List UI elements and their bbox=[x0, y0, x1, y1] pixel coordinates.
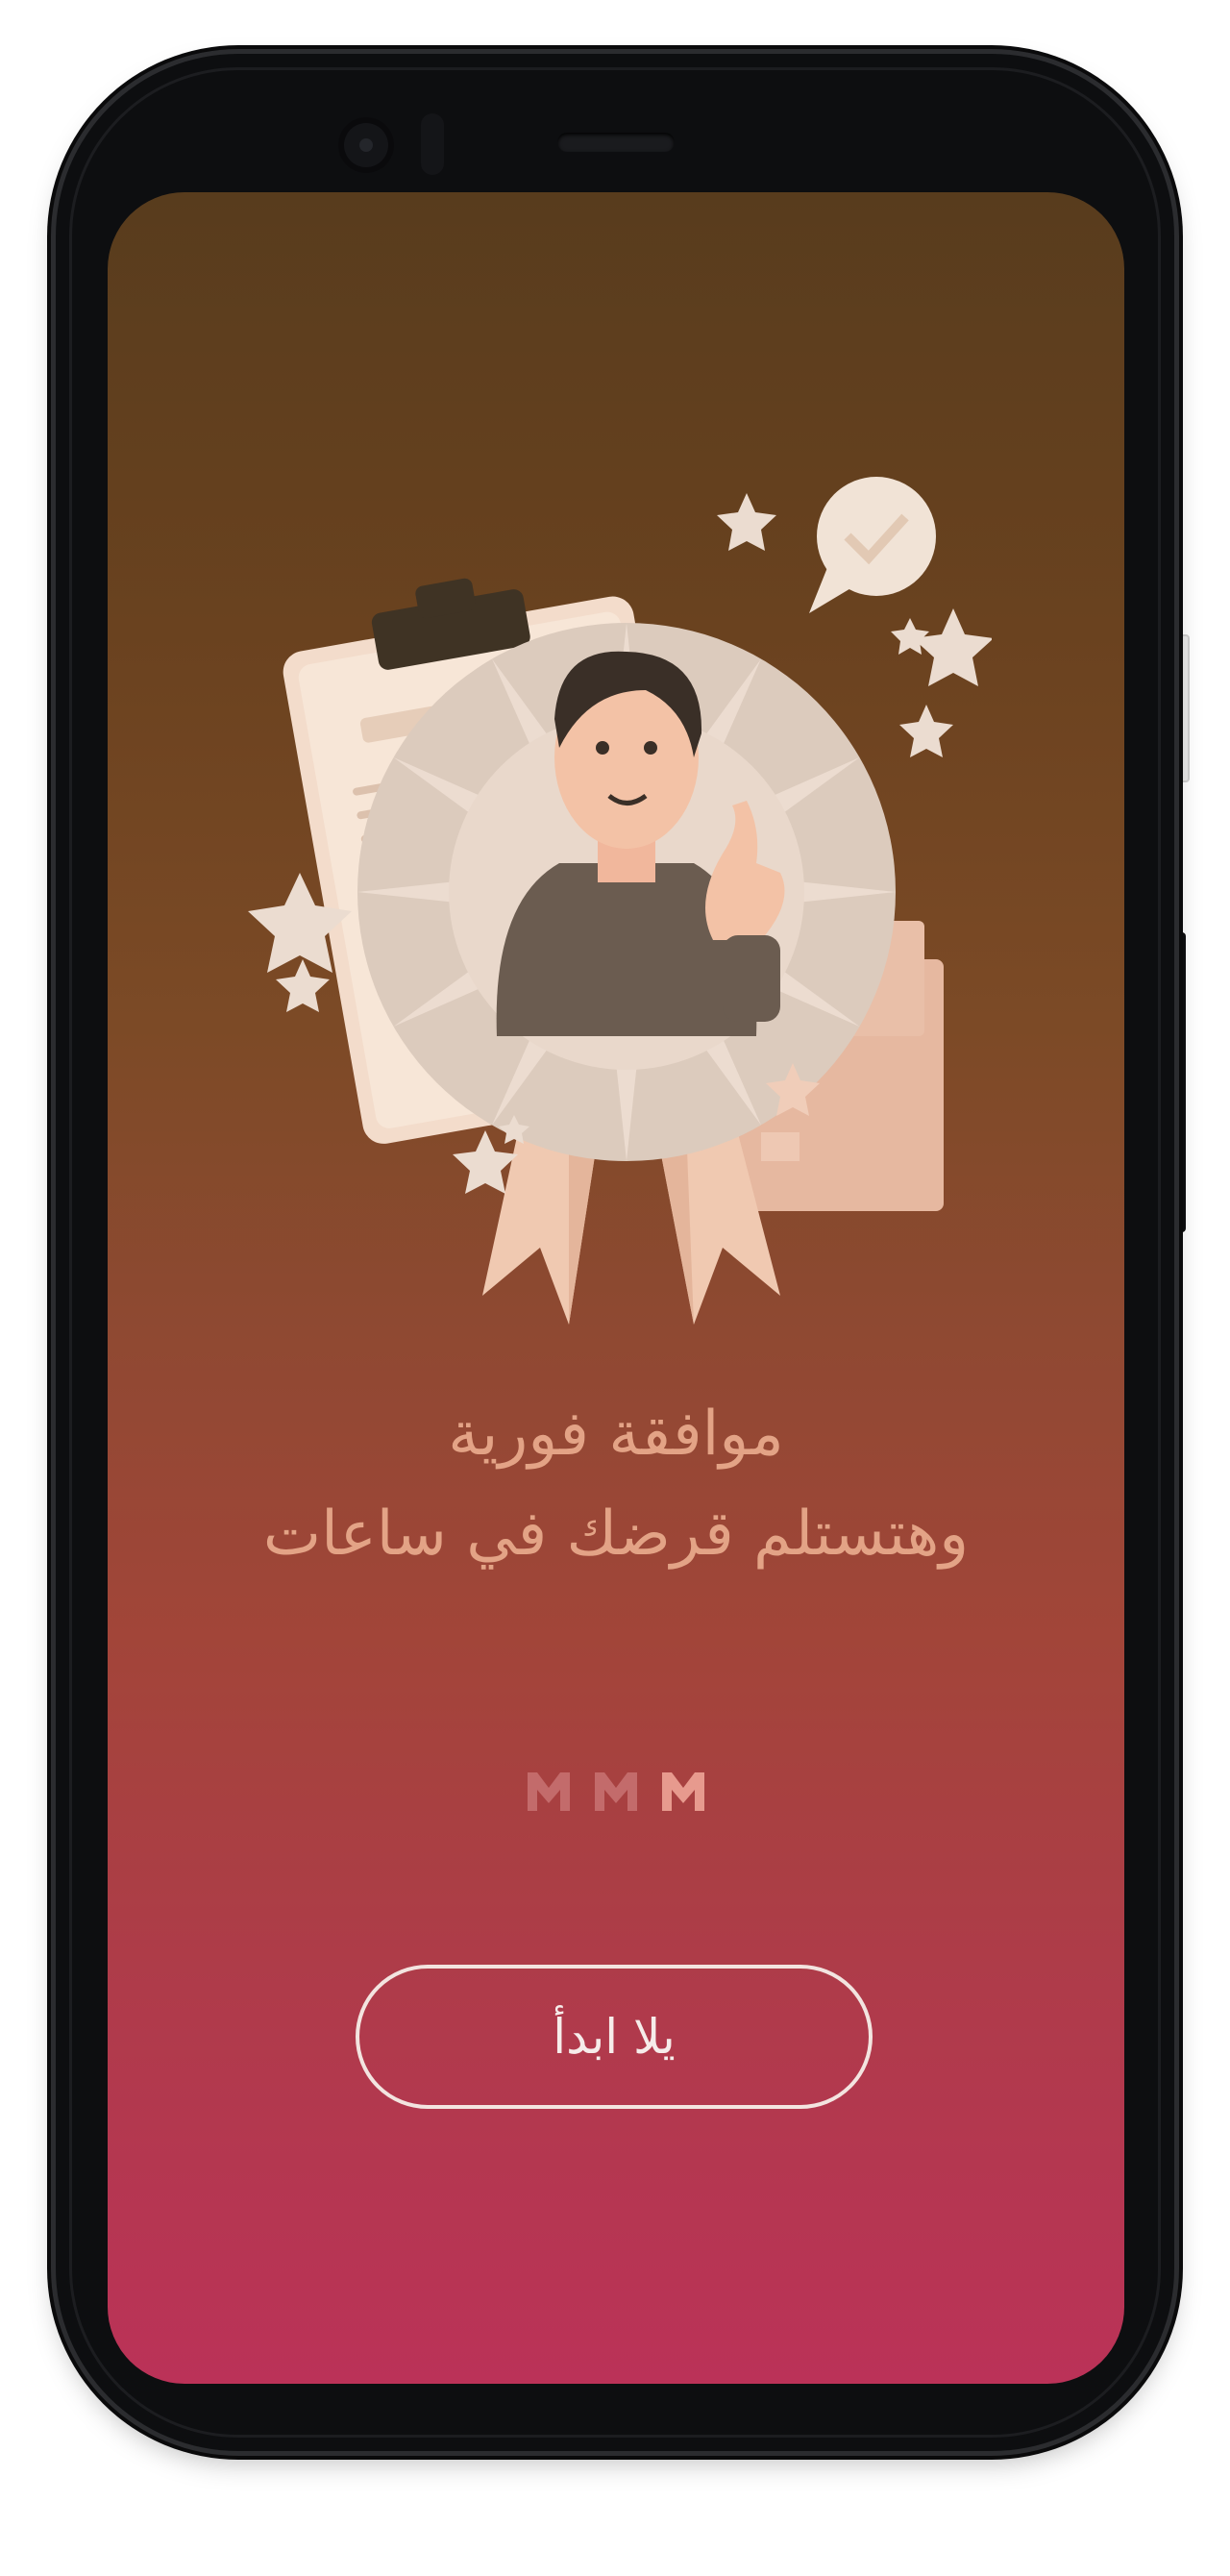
start-button[interactable]: يلا ابدأ bbox=[356, 1965, 873, 2109]
earpiece-speaker bbox=[557, 133, 675, 152]
page-dot-3-active[interactable] bbox=[660, 1771, 706, 1813]
page-indicator bbox=[108, 1771, 1124, 1813]
onboarding-headline: موافقة فورية وهتستلم قرضك في ساعات bbox=[108, 1384, 1124, 1584]
headline-line-2: وهتستلم قرضك في ساعات bbox=[262, 1499, 970, 1570]
page-dot-2[interactable] bbox=[593, 1771, 639, 1813]
start-button-label: يلا ابدأ bbox=[553, 2009, 676, 2065]
page-dot-1[interactable] bbox=[526, 1771, 572, 1813]
power-button bbox=[1174, 932, 1186, 1232]
chat-bubble-icon bbox=[809, 477, 936, 613]
front-camera bbox=[338, 117, 394, 173]
device-stage: موافقة فورية وهتستلم قرضك في ساعات يلا ا… bbox=[0, 0, 1230, 2576]
onboarding-screen: موافقة فورية وهتستلم قرضك في ساعات يلا ا… bbox=[108, 192, 1124, 2384]
headline-line-1: موافقة فورية bbox=[448, 1399, 784, 1470]
approved-badge-illustration bbox=[248, 477, 992, 1325]
proximity-sensor bbox=[421, 113, 444, 175]
volume-button bbox=[1174, 634, 1190, 782]
